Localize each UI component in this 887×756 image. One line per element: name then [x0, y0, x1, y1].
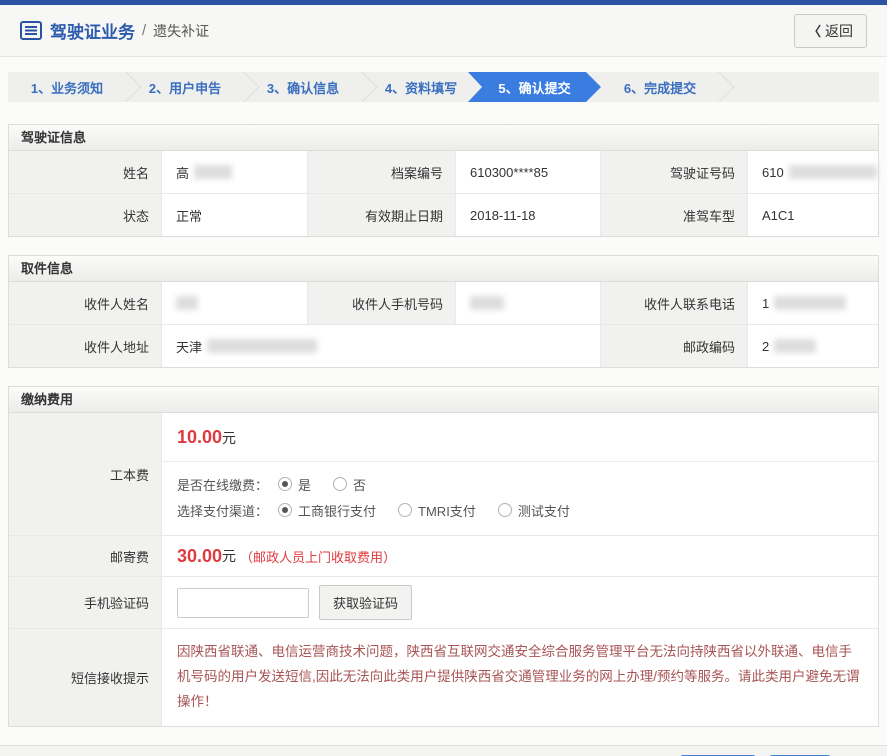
sms-notice-text: 因陕西省联通、电信运营商技术问题，陕西省互联网交通安全综合服务管理平台无法向持陕…	[161, 629, 878, 726]
recipient-mobile-value	[455, 282, 600, 324]
postage-fee-row: 邮寄费 30.00元 （邮政人员上门收取费用）	[9, 535, 878, 576]
vehicle-class-value: A1C1	[747, 194, 878, 236]
recipient-phone-value: 1	[747, 282, 878, 324]
table-row: 状态 正常 有效期止日期 2018-11-18 准驾车型 A1C1	[9, 193, 878, 236]
back-button-label: 返回	[825, 21, 853, 41]
license-no-value: 610	[747, 151, 878, 193]
postage-label: 邮寄费	[9, 536, 161, 576]
table-row: 收件人地址 天津 邮政编码 2	[9, 324, 878, 367]
pickup-info-section: 取件信息 收件人姓名 收件人手机号码 收件人联系电话 1 收件人地址 天津 邮政…	[8, 255, 879, 368]
card-fee-label: 工本费	[9, 413, 161, 535]
sms-notice-row: 短信接收提示 因陕西省联通、电信运营商技术问题，陕西省互联网交通安全综合服务管理…	[9, 628, 878, 726]
postcode-label: 邮政编码	[600, 325, 747, 367]
list-document-icon	[20, 21, 42, 40]
file-no-label: 档案编号	[307, 151, 455, 193]
name-label: 姓名	[9, 151, 161, 193]
license-info-section: 驾驶证信息 姓名 高 档案编号 610300****85 驾驶证号码 610 状…	[8, 124, 879, 237]
status-label: 状态	[9, 194, 161, 236]
recipient-name-label: 收件人姓名	[9, 282, 161, 324]
payment-channel-question: 选择支付渠道：	[177, 501, 268, 520]
recipient-name-value	[161, 282, 307, 324]
radio-online-yes-label[interactable]: 是	[298, 475, 311, 494]
radio-online-no-label[interactable]: 否	[353, 475, 366, 494]
recipient-address-label: 收件人地址	[9, 325, 161, 367]
radio-channel-icbc[interactable]	[278, 503, 292, 517]
postage-amount-number: 30.00	[177, 546, 222, 567]
step-2-user-declaration[interactable]: 2、用户申告	[126, 72, 244, 102]
step-3-confirm-info[interactable]: 3、确认信息	[244, 72, 362, 102]
redacted-text	[470, 296, 504, 310]
payment-section: 缴纳费用 工本费 10.00元 是否在线缴费： 是 否 选择支付渠道： 工商银行…	[8, 386, 879, 727]
step-bar-filler	[719, 72, 879, 102]
footer-action-bar: 上一步 完成	[0, 746, 887, 756]
payment-channel-question-row: 选择支付渠道： 工商银行支付 TMRI支付 测试支付	[177, 497, 863, 523]
radio-channel-tmri[interactable]	[398, 503, 412, 517]
expiry-value: 2018-11-18	[455, 194, 600, 236]
recipient-address-value: 天津	[161, 325, 600, 367]
back-chevron-icon: 〈	[808, 21, 821, 40]
get-sms-code-button[interactable]: 获取验证码	[319, 585, 412, 620]
name-value: 高	[161, 151, 307, 193]
radio-channel-icbc-label[interactable]: 工商银行支付	[298, 501, 376, 520]
redacted-text	[774, 296, 846, 310]
recipient-mobile-label: 收件人手机号码	[307, 282, 455, 324]
recipient-phone-label: 收件人联系电话	[600, 282, 747, 324]
vehicle-class-label: 准驾车型	[600, 194, 747, 236]
sms-code-label: 手机验证码	[9, 577, 161, 628]
sms-code-row: 手机验证码 获取验证码	[9, 576, 878, 628]
step-6-complete-submit[interactable]: 6、完成提交	[601, 72, 719, 102]
page-title: 驾驶证业务	[50, 18, 135, 43]
radio-online-yes[interactable]	[278, 477, 292, 491]
card-fee-row: 工本费 10.00元 是否在线缴费： 是 否 选择支付渠道： 工商银行支付	[9, 413, 878, 535]
sms-code-input[interactable]	[177, 588, 309, 618]
card-fee-amount-number: 10.00	[177, 427, 222, 447]
payment-title: 缴纳费用	[9, 387, 878, 413]
breadcrumb-current: 遗失补证	[153, 21, 209, 41]
postage-note: （邮政人员上门收取费用）	[240, 547, 396, 566]
postcode-value: 2	[747, 325, 878, 367]
table-row: 收件人姓名 收件人手机号码 收件人联系电话 1	[9, 282, 878, 324]
license-no-label: 驾驶证号码	[600, 151, 747, 193]
breadcrumb-separator: /	[142, 22, 146, 39]
radio-online-no[interactable]	[333, 477, 347, 491]
table-row: 姓名 高 档案编号 610300****85 驾驶证号码 610	[9, 151, 878, 193]
redacted-text	[774, 339, 816, 353]
step-4-fill-data[interactable]: 4、资料填写	[362, 72, 480, 102]
pickup-info-title: 取件信息	[9, 256, 878, 282]
card-fee-amount: 10.00元	[162, 413, 878, 461]
card-fee-unit: 元	[222, 430, 236, 446]
online-payment-question: 是否在线缴费：	[177, 475, 268, 494]
file-no-value: 610300****85	[455, 151, 600, 193]
sms-notice-label: 短信接收提示	[9, 629, 161, 726]
expiry-label: 有效期止日期	[307, 194, 455, 236]
status-value: 正常	[161, 194, 307, 236]
redacted-text	[789, 165, 877, 179]
online-payment-question-row: 是否在线缴费： 是 否	[177, 471, 863, 497]
radio-channel-tmri-label[interactable]: TMRI支付	[418, 501, 476, 520]
redacted-text	[207, 339, 317, 353]
step-5-confirm-submit-active[interactable]: 5、确认提交	[468, 72, 601, 102]
step-1-business-notes[interactable]: 1、业务须知	[8, 72, 126, 102]
redacted-text	[194, 165, 232, 179]
radio-channel-test-label[interactable]: 测试支付	[518, 501, 570, 520]
radio-channel-test[interactable]	[498, 503, 512, 517]
postage-unit: 元	[222, 546, 236, 566]
page-header: 驾驶证业务 / 遗失补证 〈 返回	[0, 5, 887, 57]
license-info-title: 驾驶证信息	[9, 125, 878, 151]
back-button[interactable]: 〈 返回	[794, 14, 867, 48]
redacted-text	[176, 296, 198, 310]
step-wizard: 1、业务须知 2、用户申告 3、确认信息 4、资料填写 5、确认提交 6、完成提…	[8, 72, 879, 102]
